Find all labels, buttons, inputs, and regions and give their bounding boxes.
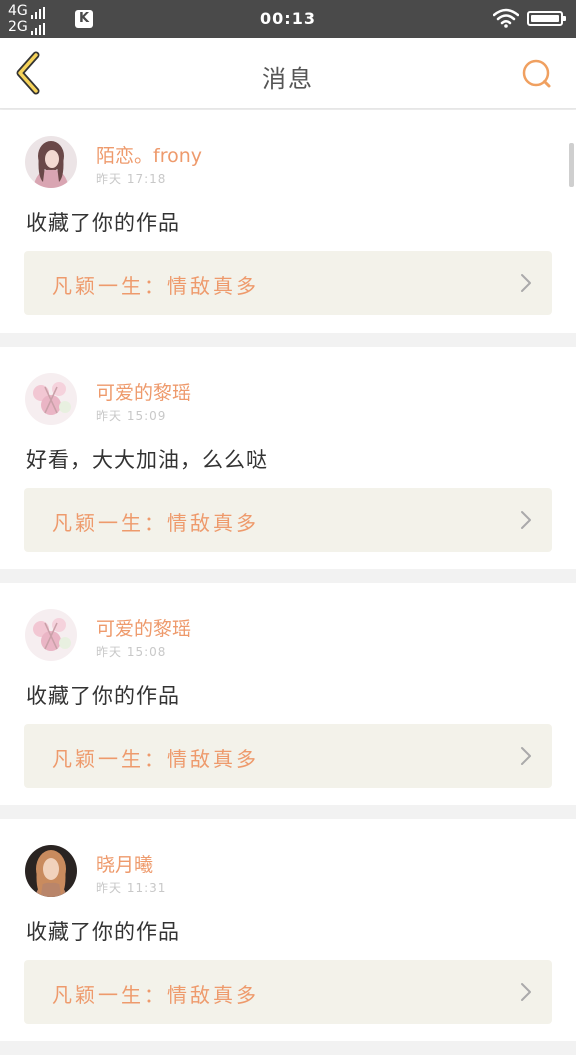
username[interactable]: 可爱的黎瑶 [96,614,191,641]
chevron-right-icon [521,747,531,765]
message-card: 晓月曦 昨天 11:31 收藏了你的作品 凡颖一生：情敌真多 [0,819,576,1041]
avatar[interactable] [25,845,77,897]
chevron-right-icon [521,274,531,292]
status-bar: 4G 2G K 00:13 [0,0,576,38]
avatar[interactable] [25,373,77,425]
work-link[interactable]: 凡颖一生：情敌真多 [24,960,552,1024]
timestamp: 昨天 11:31 [96,881,167,895]
message-list: 陌恋。frony 昨天 17:18 收藏了你的作品 凡颖一生：情敌真多 可爱的黎… [0,110,576,1055]
message-card: 可爱的黎瑶 昨天 15:09 好看，大大加油，么么哒 凡颖一生：情敌真多 [0,347,576,569]
username[interactable]: 可爱的黎瑶 [96,378,191,405]
work-link[interactable]: 凡颖一生：情敌真多 [24,488,552,552]
user-avatar-image [25,136,77,188]
timestamp: 昨天 15:08 [96,645,167,659]
timestamp: 昨天 15:09 [96,409,167,423]
timestamp: 昨天 17:18 [96,172,167,186]
battery-icon [527,11,566,26]
user-avatar-image [25,845,77,897]
search-icon [522,59,551,88]
message-text: 收藏了你的作品 [26,211,180,235]
avatar[interactable] [25,609,77,661]
scrollbar[interactable] [569,143,574,187]
user-avatar-image [25,609,77,661]
work-title: 凡颖一生：情敌真多 [52,983,259,1007]
wifi-icon [493,8,519,28]
work-title: 凡颖一生：情敌真多 [52,747,259,771]
message-text: 好看，大大加油，么么哒 [26,448,268,472]
work-title: 凡颖一生：情敌真多 [52,274,259,298]
message-card: 陌恋。frony 昨天 17:18 收藏了你的作品 凡颖一生：情敌真多 [0,110,576,333]
work-link[interactable]: 凡颖一生：情敌真多 [24,724,552,788]
search-button[interactable] [516,54,556,94]
status-time: 00:13 [260,9,316,28]
message-text: 收藏了你的作品 [26,684,180,708]
work-link[interactable]: 凡颖一生：情敌真多 [24,251,552,315]
avatar[interactable] [25,136,77,188]
message-text: 收藏了你的作品 [26,920,180,944]
chevron-right-icon [521,983,531,1001]
chevron-right-icon [521,511,531,529]
message-card: 可爱的黎瑶 昨天 15:08 收藏了你的作品 凡颖一生：情敌真多 [0,583,576,805]
nav-bar: 消息 [0,38,576,109]
user-avatar-image [25,373,77,425]
work-title: 凡颖一生：情敌真多 [52,511,259,535]
username[interactable]: 陌恋。frony [96,141,202,168]
page-title: 消息 [262,65,314,93]
username[interactable]: 晓月曦 [96,850,153,877]
